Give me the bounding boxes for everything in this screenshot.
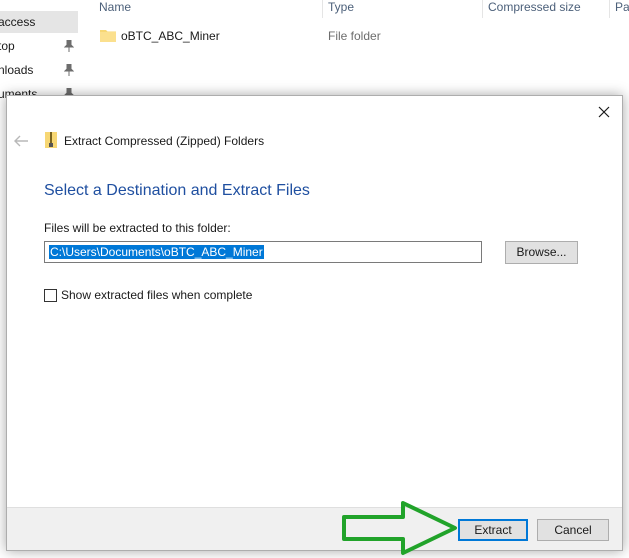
dialog-heading: Select a Destination and Extract Files xyxy=(44,182,310,199)
column-divider[interactable] xyxy=(322,0,323,18)
column-header-partial[interactable]: Pa xyxy=(615,0,629,16)
pin-icon xyxy=(64,40,74,52)
extract-dialog: Extract Compressed (Zipped) Folders Sele… xyxy=(6,95,623,551)
column-header-compressed-size[interactable]: Compressed size xyxy=(488,0,581,16)
column-divider[interactable] xyxy=(609,0,610,18)
browse-button[interactable]: Browse... xyxy=(505,241,578,264)
arrow-right-icon xyxy=(342,501,457,555)
zip-folder-icon xyxy=(45,132,57,148)
dialog-footer: Extract Cancel xyxy=(7,507,622,550)
dialog-title: Extract Compressed (Zipped) Folders xyxy=(64,134,265,148)
file-type: File folder xyxy=(328,29,381,43)
nav-item-quick-access[interactable]: access xyxy=(0,11,78,33)
show-files-checkbox[interactable] xyxy=(44,289,57,302)
column-header-name[interactable]: Name xyxy=(99,0,131,16)
column-divider[interactable] xyxy=(482,0,483,18)
folder-icon xyxy=(100,30,116,42)
extract-button[interactable]: Extract xyxy=(458,519,528,541)
cancel-button[interactable]: Cancel xyxy=(537,519,609,541)
destination-path-input[interactable]: C:\Users\Documents\oBTC_ABC_Miner xyxy=(44,241,482,263)
nav-item-desktop[interactable]: top xyxy=(0,35,78,57)
show-files-label: Show extracted files when complete xyxy=(61,288,253,302)
destination-path-text: C:\Users\Documents\oBTC_ABC_Miner xyxy=(49,245,264,259)
pin-icon xyxy=(64,64,74,76)
back-arrow-icon[interactable] xyxy=(13,134,29,148)
nav-item-downloads[interactable]: nloads xyxy=(0,59,78,81)
file-name: oBTC_ABC_Miner xyxy=(121,29,220,43)
destination-label: Files will be extracted to this folder: xyxy=(44,221,231,235)
column-header-type[interactable]: Type xyxy=(328,0,354,16)
close-icon[interactable] xyxy=(594,102,614,122)
